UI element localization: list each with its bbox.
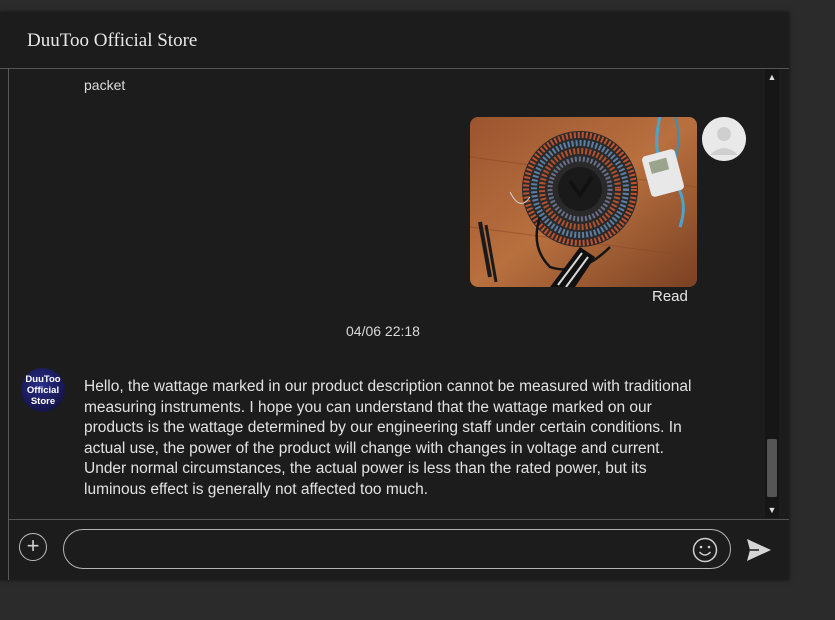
smiley-icon[interactable] xyxy=(692,537,718,563)
scrollbar[interactable]: ▲ ▼ xyxy=(765,69,779,518)
sent-photo[interactable] xyxy=(470,117,697,287)
scroll-thumb[interactable] xyxy=(767,439,777,497)
previous-message-text: packet xyxy=(84,77,126,93)
store-avatar-line: DuuToo xyxy=(25,373,61,385)
send-arrow-icon[interactable] xyxy=(745,537,773,563)
chat-header: DuuToo Official Store xyxy=(0,12,789,69)
composer-bar: + xyxy=(9,519,789,581)
store-avatar-line: Store xyxy=(30,395,56,407)
store-avatar-line: Official xyxy=(26,384,60,396)
scroll-up-arrow-icon[interactable]: ▲ xyxy=(765,70,779,84)
store-reply-message: Hello, the wattage marked in our product… xyxy=(84,378,692,498)
message-input[interactable] xyxy=(63,529,731,569)
person-icon xyxy=(702,117,746,161)
plus-circle-icon[interactable]: + xyxy=(19,533,47,561)
chat-window: DuuToo Official Store packet Read 04/06 … xyxy=(0,12,789,580)
message-list[interactable]: packet Read 04/06 22:18 DuuToo Official … xyxy=(9,69,765,518)
user-avatar[interactable] xyxy=(702,117,746,161)
scroll-down-arrow-icon[interactable]: ▼ xyxy=(765,503,779,517)
led-ring-photo xyxy=(470,117,697,287)
store-avatar[interactable]: DuuToo Official Store xyxy=(21,368,65,412)
read-status: Read xyxy=(652,288,688,305)
store-name-title: DuuToo Official Store xyxy=(27,30,198,51)
message-timestamp: 04/06 22:18 xyxy=(346,323,420,339)
